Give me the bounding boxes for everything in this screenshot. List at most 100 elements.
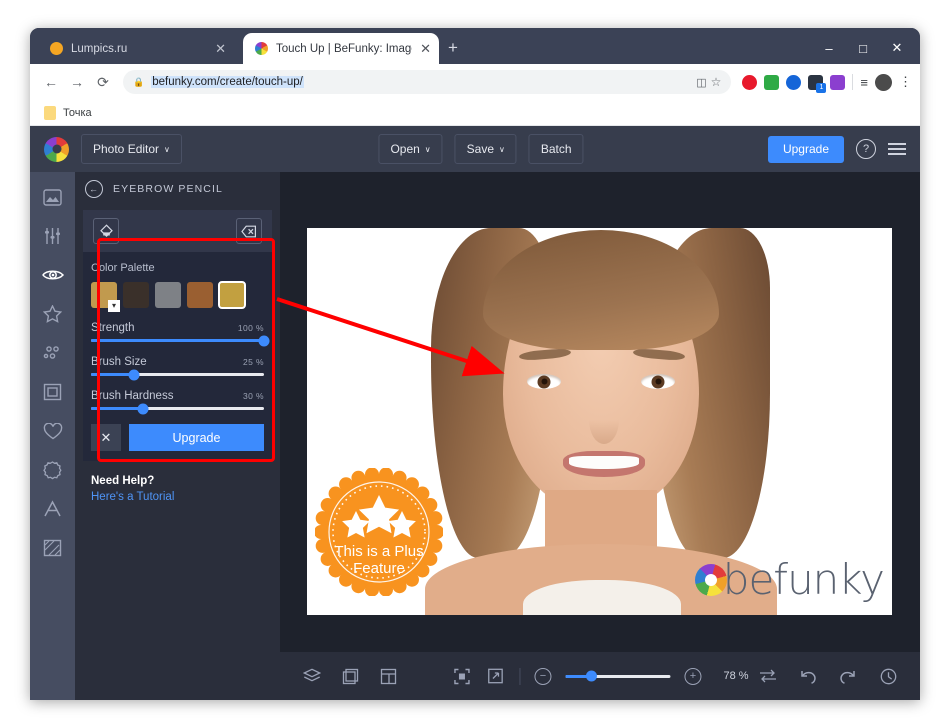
tab-close-icon[interactable]: ✕ <box>420 42 431 55</box>
bookmark-star-icon[interactable]: ☆ <box>711 75 722 89</box>
open-menu-button[interactable]: Open ∨ <box>378 134 443 164</box>
chevron-down-icon: ∨ <box>424 144 431 154</box>
tab-lumpics[interactable]: Lumpics.ru ✕ <box>38 33 234 64</box>
paint-brush-icon[interactable] <box>93 218 119 244</box>
color-swatch-selected[interactable] <box>218 281 246 309</box>
sidebar-item-effects[interactable] <box>38 301 68 327</box>
app-header: Photo Editor ∨ Open ∨ Save ∨ Batch Upgra… <box>30 126 920 172</box>
zoom-slider[interactable] <box>565 670 671 682</box>
eraser-icon[interactable] <box>236 218 262 244</box>
batch-button[interactable]: Batch <box>528 134 584 164</box>
sidebar-item-artsy[interactable] <box>38 340 68 366</box>
toolbar-divider <box>852 74 854 90</box>
sidebar-item-textures[interactable] <box>38 535 68 561</box>
question-mark-icon[interactable]: ? <box>856 139 876 159</box>
tab-title: Lumpics.ru <box>71 42 128 55</box>
forward-button[interactable]: → <box>64 69 90 95</box>
chrome-menu-icon[interactable]: ⋮ <box>899 74 912 90</box>
mouth <box>563 451 645 477</box>
sidebar-item-text[interactable] <box>38 496 68 522</box>
panel-upgrade-button[interactable]: Upgrade <box>129 424 264 451</box>
befunky-watermark: befunky <box>694 559 885 601</box>
upgrade-button[interactable]: Upgrade <box>767 135 844 163</box>
color-swatch[interactable]: ▾ <box>91 282 120 312</box>
brush-size-slider[interactable] <box>91 369 264 380</box>
sidebar-item-edit[interactable] <box>38 223 68 249</box>
bookmark-label[interactable]: Точка <box>63 107 92 119</box>
url-text: befunky.com/create/touch-up/ <box>151 76 304 88</box>
maximize-button[interactable]: □ <box>846 34 880 62</box>
hamburger-menu-icon[interactable] <box>888 143 906 155</box>
undo-icon[interactable] <box>798 666 818 686</box>
strength-value: 100 % <box>237 323 264 333</box>
back-arrow-icon[interactable]: ← <box>85 180 103 198</box>
package-extension-icon[interactable]: 1 <box>808 74 827 93</box>
history-icon[interactable] <box>878 666 898 686</box>
extension-badge: 1 <box>816 82 827 93</box>
globe-extension-icon[interactable] <box>786 74 802 90</box>
zoom-in-button[interactable]: + <box>684 667 702 685</box>
color-swatch[interactable] <box>187 282 213 308</box>
tab-befunky[interactable]: Touch Up | BeFunky: Image Reto ✕ <box>243 33 439 64</box>
sidebar-item-frames[interactable] <box>38 379 68 405</box>
tutorial-link[interactable]: Here's a Tutorial <box>91 491 264 503</box>
panel-settings: Color Palette ▾ Strength 100 % Brush Siz… <box>83 252 272 461</box>
tab-close-icon[interactable]: ✕ <box>215 42 226 55</box>
sidebar-item-graphics[interactable] <box>38 457 68 483</box>
reload-button[interactable]: ⟳ <box>90 69 116 95</box>
redo-icon[interactable] <box>838 666 858 686</box>
tab-strip: Lumpics.ru ✕ Touch Up | BeFunky: Image R… <box>30 28 920 64</box>
sidebar-item-overlays[interactable] <box>38 418 68 444</box>
panel-actions: ✕ Upgrade <box>91 424 264 451</box>
fullscreen-icon[interactable] <box>485 666 505 686</box>
purple-extension-icon[interactable] <box>830 74 846 90</box>
zoom-out-button[interactable]: − <box>534 667 552 685</box>
tab-title: Touch Up | BeFunky: Image Reto <box>276 42 412 55</box>
sidebar-item-touchup[interactable] <box>38 262 68 288</box>
color-swatch[interactable] <box>123 282 149 308</box>
color-swatch[interactable] <box>155 282 181 308</box>
new-tab-button[interactable]: + <box>448 39 458 56</box>
minimize-button[interactable]: – <box>812 34 846 62</box>
help-section: Need Help? Here's a Tutorial <box>75 461 280 503</box>
tool-panel: ← EYEBROW PENCIL Color Palette ▾ Strengt… <box>75 172 280 700</box>
fit-screen-icon[interactable] <box>451 666 471 686</box>
browser-toolbar: ← → ⟳ 🔒 befunky.com/create/touch-up/ ◫ ☆… <box>30 64 920 100</box>
bottom-right-tools <box>758 666 898 686</box>
color-palette: ▾ <box>91 281 264 312</box>
zoom-percent: 78 % <box>723 670 749 682</box>
screenshot-root: Lumpics.ru ✕ Touch Up | BeFunky: Image R… <box>0 0 950 727</box>
workspace: ← EYEBROW PENCIL Color Palette ▾ Strengt… <box>30 172 920 700</box>
crop-icon[interactable] <box>340 666 360 686</box>
profile-avatar[interactable] <box>875 73 892 91</box>
opera-extension-icon[interactable] <box>742 74 758 90</box>
brush-size-row: Brush Size 25 % <box>91 356 264 368</box>
back-button[interactable]: ← <box>38 69 64 95</box>
batch-label: Batch <box>540 142 572 156</box>
panel-title: EYEBROW PENCIL <box>113 183 223 195</box>
layers-icon[interactable] <box>302 666 322 686</box>
save-menu-button[interactable]: Save ∨ <box>454 134 517 164</box>
brush-hardness-slider[interactable] <box>91 403 264 414</box>
music-extension-icon[interactable] <box>764 74 780 90</box>
editor-canvas[interactable]: This is a Plus Feature befunky <box>280 172 920 700</box>
product-menu-button[interactable]: Photo Editor ∨ <box>81 134 182 164</box>
close-button[interactable]: ✕ <box>880 34 914 62</box>
bottom-toolbar: − + 78 % <box>280 652 920 700</box>
template-icon[interactable] <box>378 666 398 686</box>
befunky-logo-icon[interactable] <box>44 136 69 162</box>
open-label: Open <box>390 142 420 156</box>
strength-slider[interactable] <box>91 335 270 346</box>
photo-image: This is a Plus Feature befunky <box>307 228 892 615</box>
sidebar-item-image[interactable] <box>38 184 68 210</box>
compare-icon[interactable] <box>758 666 778 686</box>
bottom-center-tools: − + 78 % <box>451 666 749 686</box>
brush-hardness-label: Brush Hardness <box>91 390 174 402</box>
cast-icon[interactable]: ◫ <box>696 76 706 89</box>
plus-badge-line2: Feature <box>353 560 405 577</box>
address-bar[interactable]: 🔒 befunky.com/create/touch-up/ ◫ ☆ <box>123 70 732 94</box>
swatch-dropdown-icon[interactable]: ▾ <box>108 300 120 312</box>
cancel-button[interactable]: ✕ <box>91 424 121 451</box>
reading-list-icon[interactable]: ≡ <box>860 75 868 90</box>
strength-label: Strength <box>91 322 135 334</box>
